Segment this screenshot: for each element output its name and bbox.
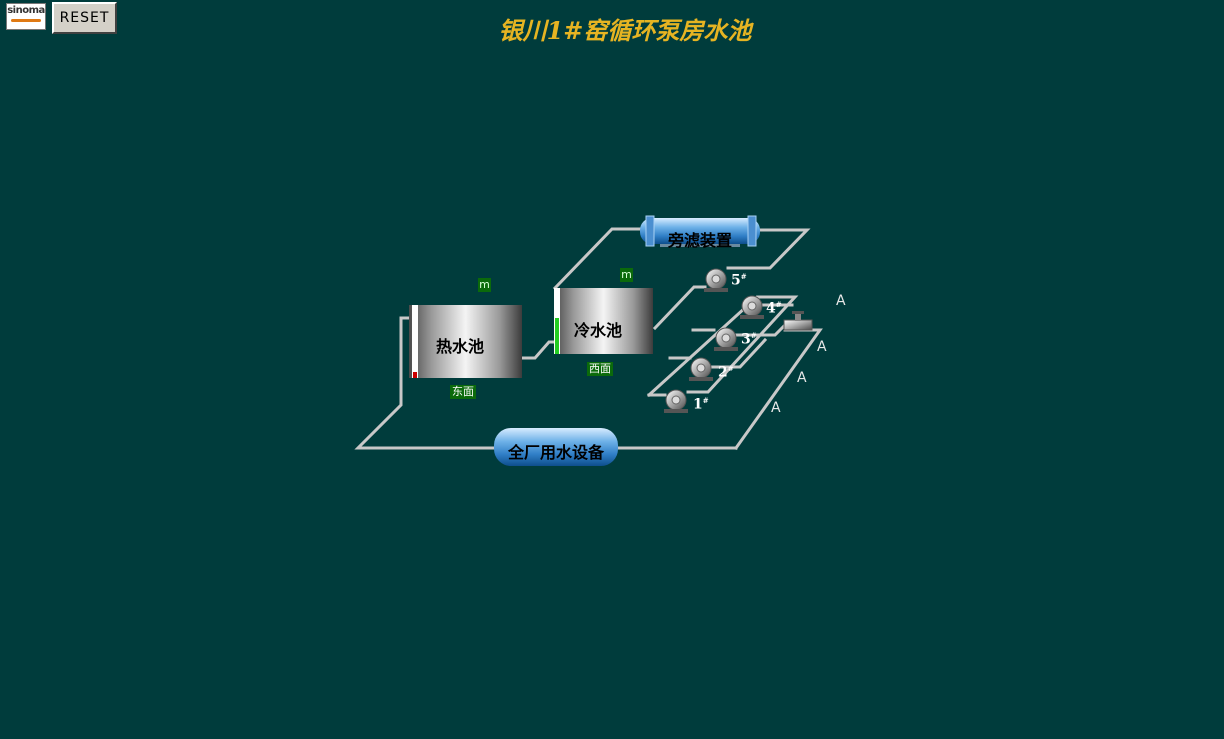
pump-2-number-text: 2 [718, 364, 728, 381]
cold-tank-unit-badge: m [620, 268, 633, 282]
pump-2[interactable] [689, 357, 713, 381]
cold-tank-level-fill [555, 318, 559, 354]
current-label-a4: A [771, 400, 781, 416]
pump-2-base [689, 377, 713, 381]
current-label-a3: A [797, 370, 807, 386]
hot-tank-level-track [412, 305, 418, 378]
pump-2-hub [696, 363, 706, 373]
pump-2-number-mark: # [727, 364, 734, 373]
valve-stem [795, 313, 801, 321]
pump-5-base [704, 288, 728, 292]
pump-5-number: 5# [731, 272, 747, 289]
pump-2-number: 2# [718, 364, 734, 381]
pump-4-number: 4# [766, 300, 782, 317]
pump-1-base [664, 409, 688, 413]
cold-tank-label: 冷水池 [574, 321, 623, 340]
control-valve[interactable] [783, 311, 813, 331]
pump-3-number: 3# [741, 331, 757, 348]
pump-5[interactable] [704, 268, 728, 292]
current-label-a1: A [836, 293, 846, 309]
hot-tank-unit-badge: m [478, 278, 491, 292]
pump-1-number-mark: # [702, 396, 709, 405]
pump-1-number: 1# [693, 396, 709, 413]
pump-4-base [740, 315, 764, 319]
pipe-pump5-feed [652, 285, 707, 331]
pump-3-hub [721, 333, 731, 343]
pump-3-number-text: 3 [741, 331, 751, 348]
current-label-a2: A [817, 339, 827, 355]
cold-tank-location: 西面 [587, 362, 613, 376]
hot-tank-location: 东面 [450, 385, 476, 399]
pump-3-number-mark: # [750, 331, 757, 340]
hot-tank-level-fill [413, 372, 417, 378]
pump-1-number-text: 1 [693, 396, 703, 413]
plant-equipment-label: 全厂用水设备 [507, 443, 604, 462]
pump-4-number-mark: # [775, 300, 782, 309]
pump-4[interactable] [740, 295, 764, 319]
valve-handwheel [792, 311, 804, 314]
filter-label: 旁滤装置 [667, 231, 732, 250]
pump-5-number-mark: # [740, 272, 747, 281]
hot-tank-label: 热水池 [436, 337, 485, 356]
pump-4-hub [747, 301, 757, 311]
pump-3-base [714, 347, 738, 351]
pump-1-hub [671, 395, 681, 405]
pump-1[interactable] [664, 389, 688, 413]
pump-5-number-text: 5 [731, 272, 741, 289]
pump-4-number-text: 4 [766, 300, 776, 317]
pipe-hot-to-cold [520, 340, 557, 360]
pump-5-hub [711, 274, 721, 284]
valve-body [783, 319, 813, 331]
